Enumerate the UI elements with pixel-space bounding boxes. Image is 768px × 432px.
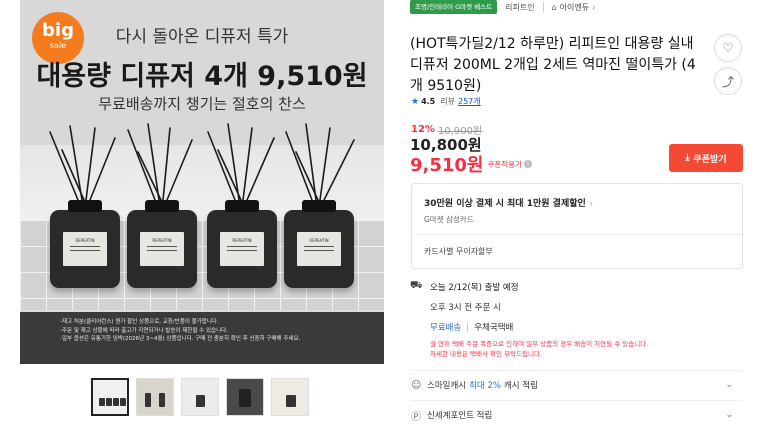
notice-panel: -재고 처분(클리어런스) 원가 할인 상품으로, 교환/반품이 불가합니다. … bbox=[20, 312, 384, 364]
divider bbox=[542, 2, 544, 12]
share-icon: ⤴ bbox=[721, 74, 734, 89]
shinsegae-point-label: 신세계포인트 적립 bbox=[427, 411, 493, 421]
bottle-label: REPEATIN bbox=[297, 232, 341, 266]
chevron-right-icon: › bbox=[592, 2, 596, 12]
heart-icon: ♡ bbox=[722, 41, 734, 55]
bottle-cap bbox=[145, 200, 179, 212]
shop-link[interactable]: 아이엔듀 bbox=[560, 2, 589, 13]
coupon-price-label: 쿠폰적용가 bbox=[487, 159, 523, 169]
bottle-cap bbox=[68, 200, 102, 212]
review-count-link[interactable]: 257개 bbox=[458, 96, 481, 107]
shipping-warning-2: 자세한 내용은 택배사 확인 부탁드립니다. bbox=[430, 350, 542, 358]
thumbnail-2[interactable] bbox=[136, 378, 174, 416]
product-main-image[interactable]: big sale 다시 돌아온 디퓨저 특가 대용량 디퓨저 4개 9,510원… bbox=[20, 0, 384, 364]
card-promo-link[interactable]: 30만원 이상 결제 시 최대 1만원 결제할인 › bbox=[424, 196, 593, 209]
notice-line-1: -재고 처분(클리어런스) 원가 할인 상품으로, 교환/반품이 불가합니다. bbox=[60, 319, 219, 325]
coupon-price: 9,510원 bbox=[410, 155, 484, 176]
shinsegae-point-row[interactable]: Ⓟ 신세계포인트 적립 ⌄ bbox=[411, 405, 743, 425]
divider bbox=[412, 234, 742, 235]
bottle-cap bbox=[302, 200, 336, 212]
bottle-cap bbox=[225, 200, 259, 212]
smile-cash-label: 스마일캐시 bbox=[427, 381, 467, 391]
divider bbox=[411, 370, 743, 371]
info-icon[interactable]: i bbox=[524, 160, 532, 168]
shipping-warning: 설 연휴 택배 주문 폭증으로 인하여 일부 상품의 경우 배송이 지연될 수 … bbox=[430, 339, 743, 359]
diffuser-bottle: REPEATIN bbox=[284, 200, 354, 288]
card-promo-box: 30만원 이상 결제 시 최대 1만원 결제할인 › G마켓 삼성카드 카드사별 … bbox=[411, 183, 743, 269]
coupon-button-label: 쿠폰받기 bbox=[693, 154, 727, 165]
thumbnail-1[interactable] bbox=[91, 378, 129, 416]
coupon-download-button[interactable]: ⤓ 쿠폰받기 bbox=[669, 144, 743, 172]
divider bbox=[411, 400, 743, 401]
installment-link[interactable]: 카드사별 무이자할부 bbox=[424, 246, 493, 257]
shipping-eta: 오늘 2/12(목) 출발 예정 bbox=[430, 282, 519, 293]
best-badge[interactable]: 조명/인테리어 G마켓 베스트 bbox=[410, 0, 498, 14]
diffuser-bottle: REPEATIN bbox=[127, 200, 197, 288]
star-icon: ★ bbox=[411, 96, 420, 107]
chevron-down-icon: ⌄ bbox=[725, 410, 733, 420]
shipping-carrier: 우체국택배 bbox=[474, 323, 514, 333]
shipping-section: ⛟ 오늘 2/12(목) 출발 예정 오후 3시 전 주문 시 무료배송 우체국… bbox=[410, 280, 743, 359]
diffuser-bottle: REPEATIN bbox=[50, 200, 120, 288]
shipping-cutoff: 오후 3시 전 주문 시 bbox=[430, 303, 501, 313]
home-icon: ⌂ bbox=[551, 2, 557, 12]
chevron-down-icon: ⌄ bbox=[725, 380, 733, 390]
thumbnail-5[interactable] bbox=[271, 378, 309, 416]
coupon-price-row: 9,510원 쿠폰적용가 i bbox=[410, 151, 532, 177]
bottle-label: REPEATIN bbox=[220, 232, 264, 266]
share-button[interactable]: ⤴ bbox=[714, 67, 742, 95]
download-icon: ⤓ bbox=[685, 153, 690, 163]
review-label: 리뷰 bbox=[440, 97, 455, 106]
chevron-right-icon: › bbox=[589, 199, 593, 208]
thumbnail-3[interactable] bbox=[181, 378, 219, 416]
truck-icon: ⛟ bbox=[410, 280, 423, 291]
smile-cash-rate: 최대 2% bbox=[469, 381, 501, 391]
notice-line-2: -주문 및 재고 상황에 따라 출고가 지연되거나 발송이 제한될 수 있습니다… bbox=[60, 327, 228, 334]
smile-cash-row[interactable]: ☺ 스마일캐시 최대 2% 캐시 적립 ⌄ bbox=[411, 375, 743, 395]
smile-cash-suffix: 캐시 적립 bbox=[503, 381, 538, 391]
smile-icon: ☺ bbox=[411, 379, 422, 391]
point-icon: Ⓟ bbox=[411, 411, 421, 423]
shipping-warning-1: 설 연휴 택배 주문 폭증으로 인하여 일부 상품의 경우 배송이 지연될 수 … bbox=[430, 340, 649, 348]
card-promo-title: 30만원 이상 결제 시 최대 1만원 결제할인 bbox=[424, 199, 586, 209]
wishlist-button[interactable]: ♡ bbox=[714, 34, 742, 62]
product-title: (HOT특가딜2/12 하루만) 리피트인 대용량 실내 디퓨저 200ML 2… bbox=[410, 36, 696, 94]
card-promo-sub: G마켓 삼성카드 bbox=[424, 215, 474, 224]
badge-row: 조명/인테리어 G마켓 베스트 리피트인 ⌂ 아이엔듀 › bbox=[410, 0, 595, 14]
diffuser-reeds bbox=[49, 123, 355, 201]
thumbnail-4[interactable] bbox=[226, 378, 264, 416]
notice-line-3: -일부 옵션은 유통기한 임박(2026년 3~4월) 상품입니다. 구매 전 … bbox=[60, 336, 301, 342]
rating-score: 4.5 bbox=[421, 97, 436, 106]
bottle-label: REPEATIN bbox=[63, 232, 107, 266]
brand-link[interactable]: 리피트인 bbox=[505, 2, 534, 13]
shipping-fee: 무료배송 bbox=[430, 323, 462, 333]
rating-row: ★ 4.5 리뷰 257개 bbox=[411, 96, 481, 107]
bottle-label: REPEATIN bbox=[140, 232, 184, 266]
divider bbox=[467, 322, 469, 332]
diffuser-bottle: REPEATIN bbox=[207, 200, 277, 288]
